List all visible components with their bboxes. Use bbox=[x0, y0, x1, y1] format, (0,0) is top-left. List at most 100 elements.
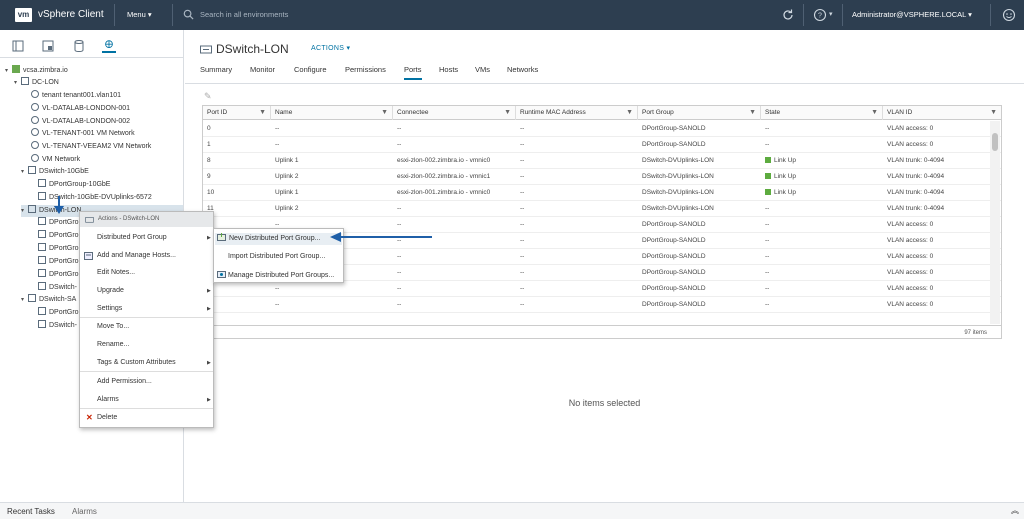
alarms-tab[interactable]: Alarms bbox=[72, 507, 97, 516]
tree-item-network[interactable]: VM Network bbox=[31, 154, 80, 166]
filter-icon[interactable]: ▼ bbox=[626, 106, 633, 120]
tree-item-network[interactable]: VL-DATALAB-LONDON-002 bbox=[31, 116, 130, 128]
expand-up-icon[interactable]: ︽ bbox=[1011, 505, 1019, 516]
column-header[interactable]: Name ▼ bbox=[271, 106, 393, 120]
menu-item-manage-distributed-port-groups[interactable]: Manage Distributed Port Groups... bbox=[217, 270, 334, 279]
column-header[interactable]: Runtime MAC Address ▼ bbox=[516, 106, 638, 120]
menu-button[interactable]: Menu ▾ bbox=[127, 10, 152, 19]
tab-permissions[interactable]: Permissions bbox=[345, 65, 386, 74]
portgroup-icon bbox=[38, 179, 46, 187]
caret-down-icon[interactable]: ▾ bbox=[21, 205, 28, 217]
tree-item-portgroup[interactable]: DPortGro bbox=[38, 269, 79, 281]
caret-down-icon[interactable]: ▾ bbox=[21, 294, 28, 306]
tree-item-portgroup[interactable]: DSwitch- bbox=[38, 320, 77, 332]
column-header[interactable]: VLAN ID ▼ bbox=[883, 106, 1001, 120]
table-row[interactable]: 10 Uplink 1 esxi-zlon-001.zimbra.io - vmni… bbox=[203, 185, 1001, 201]
actions-button[interactable]: ACTIONS ▾ bbox=[311, 44, 350, 52]
vertical-scrollbar[interactable] bbox=[990, 121, 1000, 324]
tree-label: vcsa.zimbra.io bbox=[23, 67, 68, 74]
menu-item-distributed-port-group[interactable]: Distributed Port Group bbox=[97, 234, 167, 241]
tree-item-network[interactable]: tenant tenant001.vlan101 bbox=[31, 90, 121, 102]
tree-item-portgroup[interactable]: DPortGro bbox=[38, 243, 79, 255]
table-row[interactable]: 9 Uplink 2 esxi-zlon-002.zimbra.io - vmnic… bbox=[203, 169, 1001, 185]
cell-text: DPortGroup-SANOLD bbox=[642, 221, 706, 228]
tree-item-portgroup[interactable]: DPortGro bbox=[38, 217, 79, 229]
menu-item-new-distributed-port-group[interactable]: New Distributed Port Group... bbox=[215, 233, 342, 245]
tree-item-datacenter[interactable]: ▾ DC-LON bbox=[14, 77, 59, 89]
menu-item-add-manage-hosts[interactable]: Add and Manage Hosts... bbox=[84, 252, 176, 260]
menu-item-edit-notes[interactable]: Edit Notes... bbox=[97, 269, 135, 276]
filter-icon[interactable]: ▼ bbox=[871, 106, 878, 120]
table-cell: 0 bbox=[203, 121, 271, 137]
app-name[interactable]: vSphere Client bbox=[38, 9, 104, 20]
tree-item-portgroup[interactable]: DSwitch- bbox=[38, 282, 77, 294]
global-search-input[interactable]: Search in all environments bbox=[200, 10, 288, 19]
menu-item-rename[interactable]: Rename... bbox=[97, 341, 129, 348]
tree-item-network[interactable]: VL-TENANT-VEEAM2 VM Network bbox=[31, 141, 151, 153]
cell-text: esxi-zlon-002.zimbra.io - vmnic0 bbox=[397, 157, 491, 164]
table-cell: -- bbox=[516, 185, 638, 201]
table-row[interactable]: -- -- -- DPortGroup-SANOLD -- VLAN access: 0 bbox=[203, 281, 1001, 297]
table-row[interactable]: -- -- -- DPortGroup-SANOLD -- VLAN access: 0 bbox=[203, 297, 1001, 313]
menu-item-alarms[interactable]: Alarms bbox=[97, 396, 119, 403]
filter-icon[interactable]: ▼ bbox=[504, 106, 511, 120]
tree-item-dswitch[interactable]: ▾ DSwitch-SA bbox=[21, 294, 76, 306]
user-menu[interactable]: Administrator@VSPHERE.LOCAL ▾ bbox=[852, 10, 972, 19]
table-row[interactable]: 11 Uplink 2 -- -- DSwitch-DVUplinks-LON -- VLA… bbox=[203, 201, 1001, 217]
cell-text: -- bbox=[765, 237, 770, 244]
caret-down-icon[interactable]: ▾ bbox=[21, 166, 28, 178]
networking-icon[interactable] bbox=[102, 39, 116, 53]
tab-summary[interactable]: Summary bbox=[200, 65, 232, 74]
storage-icon[interactable] bbox=[72, 39, 86, 53]
tab-hosts[interactable]: Hosts bbox=[439, 65, 458, 74]
tree-item-portgroup[interactable]: DPortGro bbox=[38, 256, 79, 268]
filter-icon[interactable]: ▼ bbox=[749, 106, 756, 120]
tab-networks[interactable]: Networks bbox=[507, 65, 538, 74]
scrollbar-thumb[interactable] bbox=[992, 133, 998, 151]
table-row[interactable]: 1 -- -- -- DPortGroup-SANOLD -- VLAN access: 0 bbox=[203, 137, 1001, 153]
tree-item-portgroup[interactable]: DPortGro bbox=[38, 230, 79, 242]
column-header[interactable]: Port Group ▼ bbox=[638, 106, 761, 120]
filter-icon[interactable]: ▼ bbox=[381, 106, 388, 120]
vms-templates-icon[interactable] bbox=[41, 39, 55, 53]
menu-item-upgrade[interactable]: Upgrade bbox=[97, 287, 124, 294]
filter-icon[interactable]: ▼ bbox=[990, 106, 997, 120]
refresh-icon[interactable] bbox=[781, 8, 795, 22]
tree-item-dswitch[interactable]: ▾ DSwitch-10GbE bbox=[21, 166, 89, 178]
caret-down-icon[interactable]: ▾ bbox=[14, 77, 21, 89]
table-row[interactable]: 8 Uplink 1 esxi-zlon-002.zimbra.io - vmnic… bbox=[203, 153, 1001, 169]
filter-icon[interactable]: ▼ bbox=[259, 106, 266, 120]
help-chevron-icon[interactable]: ▾ bbox=[829, 10, 833, 18]
tab-monitor[interactable]: Monitor bbox=[250, 65, 275, 74]
table-cell: -- bbox=[516, 121, 638, 137]
edit-pencil-icon[interactable]: ✎ bbox=[204, 91, 212, 102]
tree-item-portgroup[interactable]: DPortGroup-10GbE bbox=[38, 179, 110, 191]
cell-text: VLAN access: 0 bbox=[887, 125, 934, 132]
menu-item-import-distributed-port-group[interactable]: Import Distributed Port Group... bbox=[228, 253, 325, 260]
menu-item-delete[interactable]: ✕ Delete bbox=[86, 413, 117, 422]
caret-down-icon[interactable]: ▾ bbox=[5, 65, 12, 77]
tree-item-portgroup[interactable]: DPortGro bbox=[38, 307, 79, 319]
tree-item-vcenter[interactable]: ▾ vcsa.zimbra.io bbox=[5, 65, 68, 77]
vmware-logo[interactable]: vm bbox=[15, 8, 32, 22]
recent-tasks-tab[interactable]: Recent Tasks bbox=[7, 507, 55, 516]
column-header[interactable]: Connectee ▼ bbox=[393, 106, 516, 120]
tab-ports[interactable]: Ports bbox=[404, 65, 422, 80]
tree-item-portgroup[interactable]: DSwitch-10GbE-DVUplinks-6572 bbox=[38, 192, 152, 204]
tree-item-network[interactable]: VL-TENANT-001 VM Network bbox=[31, 128, 135, 140]
hosts-clusters-icon[interactable] bbox=[11, 39, 25, 53]
menu-item-add-permission[interactable]: Add Permission... bbox=[97, 378, 152, 385]
table-row[interactable]: 0 -- -- -- DPortGroup-SANOLD -- VLAN access: 0 bbox=[203, 121, 1001, 137]
smiley-feedback-icon[interactable] bbox=[1002, 8, 1016, 22]
help-icon[interactable]: ? bbox=[813, 8, 827, 22]
search-icon[interactable] bbox=[183, 9, 194, 20]
tree-item-network[interactable]: VL-DATALAB-LONDON-001 bbox=[31, 103, 130, 115]
tab-configure[interactable]: Configure bbox=[294, 65, 327, 74]
tab-vms[interactable]: VMs bbox=[475, 65, 490, 74]
menu-item-settings[interactable]: Settings bbox=[97, 305, 122, 312]
table-cell: VLAN trunk: 0-4094 bbox=[883, 185, 990, 201]
column-header[interactable]: Port ID ▼ bbox=[203, 106, 271, 120]
menu-item-move-to[interactable]: Move To... bbox=[97, 323, 129, 330]
column-header[interactable]: State ▼ bbox=[761, 106, 883, 120]
menu-item-tags-custom-attributes[interactable]: Tags & Custom Attributes bbox=[97, 359, 176, 366]
